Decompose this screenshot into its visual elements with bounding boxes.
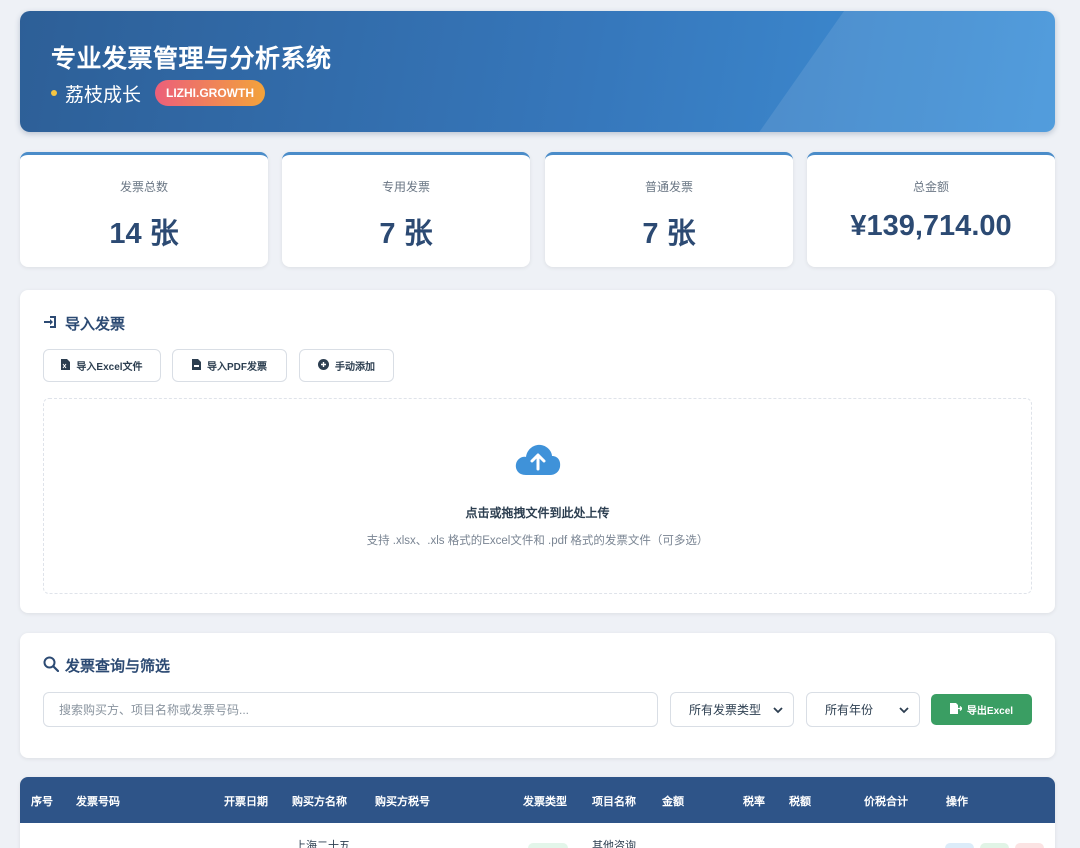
delete-button[interactable] [1015, 843, 1044, 848]
plus-circle-icon [318, 358, 329, 373]
column-header: 购买方名称 [292, 796, 347, 808]
stat-value: 14 张 [109, 218, 179, 250]
manual-add-button[interactable]: 手动添加 [299, 349, 394, 382]
column-header: 发票类型 [523, 796, 567, 808]
bullet-icon [51, 90, 57, 96]
upload-dropzone[interactable]: 点击或拖拽文件到此处上传 支持 .xlsx、.xls 格式的Excel文件和 .… [43, 398, 1032, 594]
column-header: 开票日期 [224, 796, 268, 808]
stat-card-special: 专用发票 7 张 [282, 152, 530, 267]
brand-badge: LIZHI.GROWTH [155, 80, 265, 106]
import-title-row: 导入发票 [43, 313, 125, 334]
import-title: 导入发票 [65, 316, 126, 333]
app-header: 专业发票管理与分析系统 荔枝成长 LIZHI.GROWTH [20, 11, 1055, 132]
year-value: 所有年份 [825, 703, 874, 717]
column-header: 序号 [31, 796, 53, 808]
stat-card-normal: 普通发票 7 张 [545, 152, 793, 267]
year-select[interactable]: 所有年份 [806, 692, 920, 727]
stat-label: 总金额 [912, 180, 949, 194]
column-header: 税率 [743, 796, 765, 808]
app-title: 专业发票管理与分析系统 [51, 45, 332, 73]
stat-card-total: 发票总数 14 张 [20, 152, 268, 267]
invoice-type-badge [528, 843, 568, 848]
import-excel-label: 导入Excel文件 [76, 362, 143, 373]
chevron-down-icon [899, 703, 909, 717]
file-export-icon [949, 702, 963, 717]
column-header: 税额 [789, 796, 811, 808]
column-header: 金额 [662, 796, 684, 808]
dropzone-hint-text: 支持 .xlsx、.xls 格式的Excel文件和 .pdf 格式的发票文件（可… [366, 535, 709, 547]
stat-label: 发票总数 [119, 180, 168, 194]
chevron-down-icon [773, 703, 783, 717]
view-button[interactable] [945, 843, 974, 848]
search-input[interactable] [43, 692, 658, 727]
dropzone-main-text: 点击或拖拽文件到此处上传 [465, 506, 610, 520]
stat-card-amount: 总金额 ¥139,714.00 [807, 152, 1055, 267]
brand-name: 荔枝成长 [65, 84, 142, 106]
buyer-name-cell: 上海二十五 [295, 840, 350, 848]
stat-label: 普通发票 [644, 180, 693, 194]
item-name-cell: 其他咨询 [592, 840, 636, 848]
column-header: 价税合计 [864, 796, 908, 808]
column-header: 项目名称 [592, 796, 636, 808]
cloud-upload-icon [514, 441, 562, 482]
file-excel-icon [61, 358, 71, 373]
file-pdf-icon [192, 358, 201, 373]
stat-value: 7 张 [379, 218, 433, 250]
table-header: 序号 发票号码 开票日期 购买方名称 购买方税号 发票类型 项目名称 金额 税率… [20, 777, 1055, 823]
column-header: 操作 [946, 796, 968, 808]
stat-label: 专用发票 [381, 180, 430, 194]
import-excel-button[interactable]: 导入Excel文件 [43, 349, 161, 382]
column-header: 发票号码 [76, 796, 120, 808]
import-pdf-button[interactable]: 导入PDF发票 [172, 349, 287, 382]
manual-add-label: 手动添加 [335, 362, 375, 373]
stat-value: ¥139,714.00 [850, 210, 1012, 242]
invoice-type-select[interactable]: 所有发票类型 [670, 692, 794, 727]
query-title: 发票查询与筛选 [65, 658, 171, 675]
import-panel: 导入发票 导入Excel文件 导入PDF发票 手动添加 点击或拖拽文件到此处上传… [20, 290, 1055, 613]
export-excel-button[interactable]: 导出Excel [931, 694, 1032, 725]
query-panel: 发票查询与筛选 所有发票类型 所有年份 导出Excel [20, 633, 1055, 758]
export-excel-label: 导出Excel [966, 706, 1014, 717]
import-pdf-label: 导入PDF发票 [207, 362, 267, 373]
column-header: 购买方税号 [375, 796, 430, 808]
search-icon [43, 656, 60, 676]
edit-button[interactable] [980, 843, 1009, 848]
query-title-row: 发票查询与筛选 [43, 655, 170, 676]
invoice-type-value: 所有发票类型 [689, 703, 762, 717]
import-icon [43, 314, 59, 334]
brand-row: 荔枝成长 LIZHI.GROWTH [51, 79, 265, 107]
invoice-table: 序号 发票号码 开票日期 购买方名称 购买方税号 发票类型 项目名称 金额 税率… [20, 777, 1055, 848]
stat-value: 7 张 [642, 218, 696, 250]
